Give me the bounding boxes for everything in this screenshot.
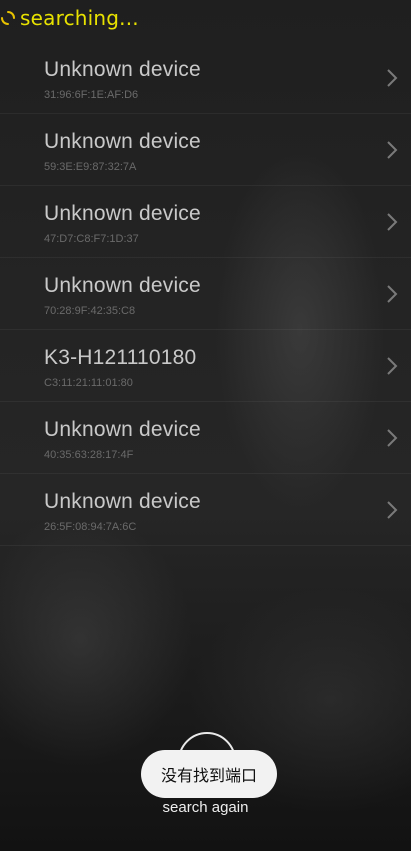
device-list: Unknown device 31:96:6F:1E:AF:D6 Unknown… bbox=[0, 42, 411, 546]
search-status: searching... bbox=[0, 4, 139, 32]
device-row[interactable]: Unknown device 70:28:9F:42:35:C8 bbox=[0, 258, 411, 330]
chevron-right-icon bbox=[387, 285, 398, 303]
device-row[interactable]: Unknown device 26:5F:08:94:7A:6C bbox=[0, 474, 411, 546]
device-row[interactable]: Unknown device 59:3E:E9:87:32:7A bbox=[0, 114, 411, 186]
chevron-right-icon bbox=[387, 69, 398, 87]
chevron-right-icon bbox=[387, 429, 398, 447]
chevron-right-icon bbox=[387, 141, 398, 159]
device-name: K3-H121110180 bbox=[44, 346, 197, 369]
device-mac: 31:96:6F:1E:AF:D6 bbox=[44, 89, 139, 101]
chevron-right-icon bbox=[387, 357, 398, 375]
device-row[interactable]: Unknown device 40:35:63:28:17:4F bbox=[0, 402, 411, 474]
search-again-label[interactable]: search again bbox=[0, 799, 411, 816]
device-row[interactable]: Unknown device 31:96:6F:1E:AF:D6 bbox=[0, 42, 411, 114]
device-name: Unknown device bbox=[44, 202, 201, 225]
device-name: Unknown device bbox=[44, 418, 201, 441]
device-mac: 59:3E:E9:87:32:7A bbox=[44, 161, 137, 173]
device-name: Unknown device bbox=[44, 490, 201, 513]
chevron-right-icon bbox=[387, 213, 398, 231]
loading-spinner-icon bbox=[0, 4, 18, 32]
device-row[interactable]: K3-H121110180 C3:11:21:11:01:80 bbox=[0, 330, 411, 402]
device-name: Unknown device bbox=[44, 274, 201, 297]
device-mac: 26:5F:08:94:7A:6C bbox=[44, 521, 137, 533]
device-name: Unknown device bbox=[44, 130, 201, 153]
device-mac: 70:28:9F:42:35:C8 bbox=[44, 305, 136, 317]
search-status-text: searching... bbox=[20, 6, 139, 30]
device-mac: 40:35:63:28:17:4F bbox=[44, 449, 134, 461]
toast-message: 没有找到端口 bbox=[141, 750, 277, 798]
device-mac: C3:11:21:11:01:80 bbox=[44, 377, 133, 389]
device-name: Unknown device bbox=[44, 58, 201, 81]
device-row[interactable]: Unknown device 47:D7:C8:F7:1D:37 bbox=[0, 186, 411, 258]
chevron-right-icon bbox=[387, 501, 398, 519]
device-mac: 47:D7:C8:F7:1D:37 bbox=[44, 233, 139, 245]
